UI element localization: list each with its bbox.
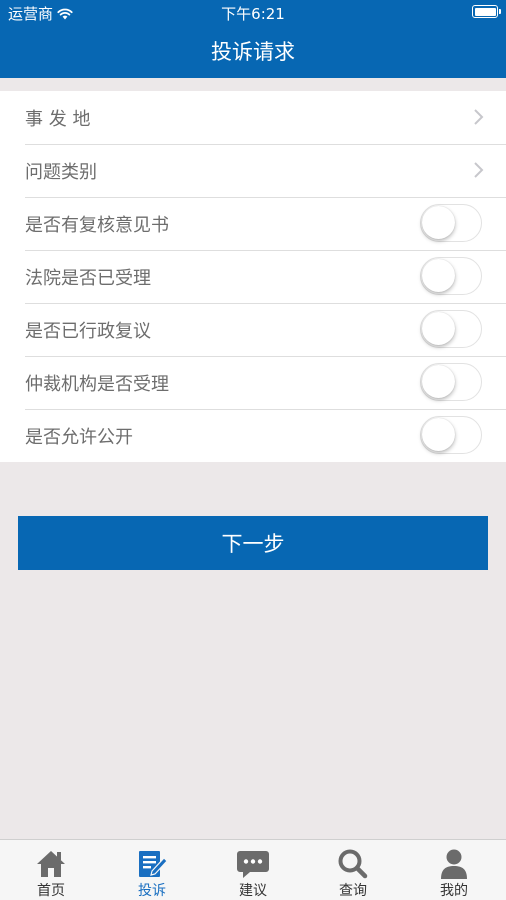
tab-suggestion[interactable]: 建议 [213,840,293,900]
form-row-arbitration: 仲裁机构是否受理 [0,356,506,409]
row-label: 是否有复核意见书 [25,214,169,236]
row-label: 是否允许公开 [25,426,133,448]
status-bar: 运营商 下午6:21 [0,0,506,24]
form-row-admin-review: 是否已行政复议 [0,303,506,356]
form-row-location[interactable]: 事 发 地 [0,91,506,144]
next-step-button[interactable]: 下一步 [18,516,488,570]
tab-home[interactable]: 首页 [11,840,91,900]
row-label: 仲裁机构是否受理 [25,373,169,395]
allow-public-toggle[interactable] [420,416,482,454]
row-label: 是否已行政复议 [25,320,151,342]
chevron-right-icon [474,162,484,178]
chevron-right-icon [474,109,484,125]
arbitration-toggle[interactable] [420,363,482,401]
user-icon [441,849,467,879]
tab-query[interactable]: 查询 [313,840,393,900]
tab-label: 我的 [440,883,468,899]
clock: 下午6:21 [221,5,285,23]
tab-bar: 首页 投诉 建议 查询 我的 [0,839,506,900]
form-row-review-opinion: 是否有复核意见书 [0,197,506,250]
complaint-form: 事 发 地 问题类别 是否有复核意见书 法院是否已受理 是否已行政复议 仲裁机构… [0,91,506,462]
form-row-category[interactable]: 问题类别 [0,144,506,197]
nav-bar: 投诉请求 [0,24,506,78]
form-row-court-accepted: 法院是否已受理 [0,250,506,303]
form-row-allow-public: 是否允许公开 [0,409,506,462]
court-accepted-toggle[interactable] [420,257,482,295]
edit-document-icon [139,851,168,877]
battery-icon [472,5,501,18]
tab-label: 首页 [37,883,65,899]
tab-mine[interactable]: 我的 [414,840,494,900]
page-title: 投诉请求 [211,40,295,64]
admin-review-toggle[interactable] [420,310,482,348]
tab-label: 投诉 [138,883,166,899]
row-label: 问题类别 [25,161,97,183]
review-opinion-toggle[interactable] [420,204,482,242]
search-icon [338,849,368,879]
tab-label: 建议 [239,883,267,899]
chat-bubble-icon [237,851,269,878]
row-label: 事 发 地 [25,108,91,130]
row-label: 法院是否已受理 [25,267,151,289]
home-icon [37,851,65,877]
tab-complaint[interactable]: 投诉 [112,840,192,900]
tab-label: 查询 [339,883,367,899]
